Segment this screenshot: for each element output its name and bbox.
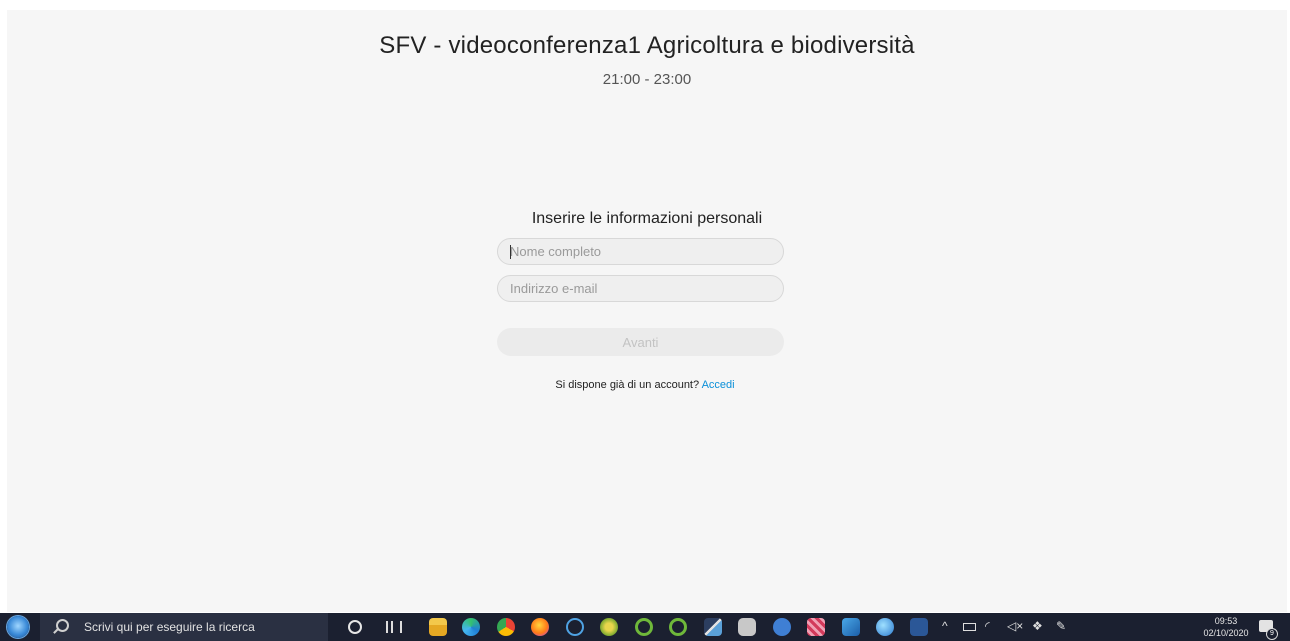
chrome-icon[interactable] <box>497 618 515 636</box>
battery-icon[interactable] <box>963 623 976 631</box>
signin-link[interactable]: Accedi <box>702 379 735 391</box>
form-heading: Inserire le informazioni personali <box>531 210 763 227</box>
windows-taskbar: Scrivi qui per eseguire la ricerca ^ ◜ ◁… <box>0 613 1290 641</box>
globe-icon[interactable] <box>876 618 894 636</box>
cortana-icon[interactable] <box>348 620 362 634</box>
search-placeholder: Scrivi qui per eseguire la ricerca <box>84 620 255 634</box>
taskbar-search-box[interactable]: Scrivi qui per eseguire la ricerca <box>40 613 328 641</box>
paint-icon[interactable] <box>842 618 860 636</box>
account-prompt-text: Si dispone già di un account? <box>555 379 700 391</box>
next-button[interactable]: Avanti <box>497 328 784 356</box>
notification-count: 9 <box>1266 628 1278 640</box>
edge-icon[interactable] <box>462 618 480 636</box>
qgis-icon[interactable] <box>600 618 618 636</box>
r-icon[interactable] <box>773 618 791 636</box>
meeting-join-page: SFV - videoconferenza1 Agricoltura e bio… <box>7 10 1287 612</box>
search-icon <box>56 619 69 632</box>
qgis-icon-3[interactable] <box>669 618 687 636</box>
email-field[interactable] <box>497 275 784 302</box>
taskbar-clock[interactable]: 09:53 02/10/2020 <box>1203 615 1249 639</box>
file-explorer-icon[interactable] <box>429 618 447 636</box>
full-name-field[interactable] <box>497 238 784 265</box>
chevron-up-icon[interactable]: ^ <box>942 619 948 633</box>
word-icon[interactable] <box>910 618 928 636</box>
network-icon[interactable] <box>566 618 584 636</box>
chart-app-icon[interactable] <box>704 618 722 636</box>
camera-app-icon[interactable] <box>738 618 756 636</box>
game-icon[interactable] <box>807 618 825 636</box>
text-cursor <box>510 245 511 259</box>
firefox-icon[interactable] <box>531 618 549 636</box>
pen-icon[interactable]: ✎ <box>1056 619 1066 633</box>
meeting-title: SFV - videoconferenza1 Agricoltura e bio… <box>379 32 915 59</box>
dropbox-icon[interactable]: ❖ <box>1032 619 1043 633</box>
qgis-icon-2[interactable] <box>635 618 653 636</box>
start-button[interactable] <box>7 616 29 638</box>
task-view-icon[interactable] <box>386 621 402 633</box>
account-prompt-line: Si dispone già di un account? Accedi <box>0 379 1290 391</box>
meeting-time: 21:00 - 23:00 <box>602 71 692 88</box>
clock-date: 02/10/2020 <box>1203 628 1249 638</box>
wifi-icon[interactable]: ◜ <box>985 619 990 633</box>
speaker-muted-icon[interactable]: ◁× <box>1007 619 1023 633</box>
clock-time: 09:53 <box>1214 616 1238 626</box>
